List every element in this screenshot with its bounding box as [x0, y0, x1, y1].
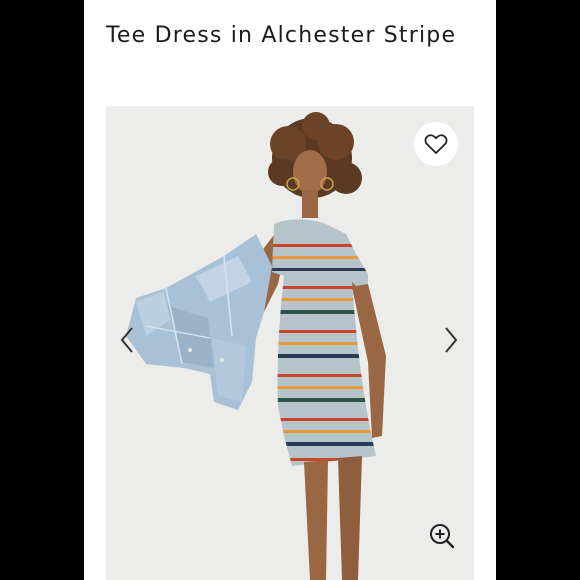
previous-image-button[interactable]: [112, 320, 142, 360]
product-title: Tee Dress in Alchester Stripe: [106, 23, 457, 48]
product-card: Tee Dress in Alchester Stripe: [84, 0, 496, 580]
product-image[interactable]: [106, 106, 474, 580]
heart-icon: [424, 134, 448, 154]
next-image-button[interactable]: [436, 320, 466, 360]
favorite-button[interactable]: [414, 122, 458, 166]
chevron-left-icon: [120, 327, 133, 353]
zoom-in-icon: [430, 524, 455, 549]
model-photo: [106, 106, 474, 580]
chevron-right-icon: [445, 327, 458, 353]
zoom-button[interactable]: [424, 518, 460, 554]
